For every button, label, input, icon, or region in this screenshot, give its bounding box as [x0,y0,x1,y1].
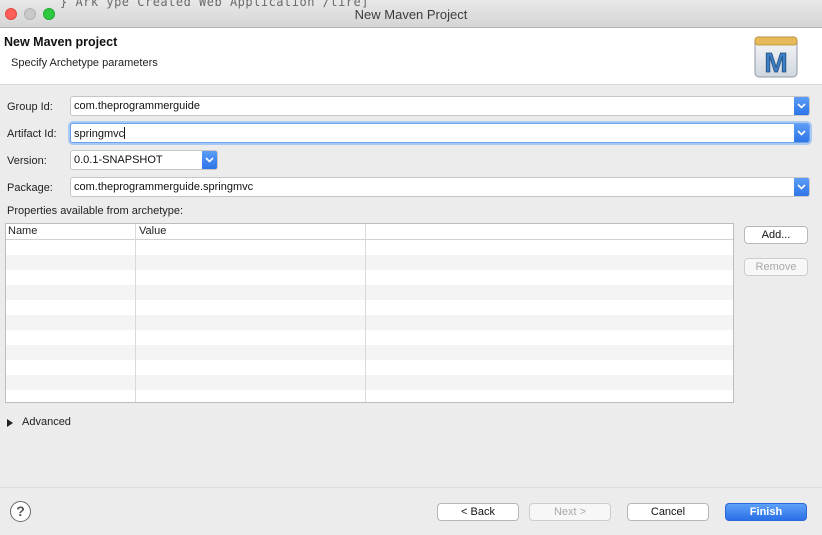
remove-property-button[interactable]: Remove [744,258,808,276]
table-row-stripe [6,345,733,360]
group-id-combo[interactable]: com.theprogrammerguide [70,96,810,116]
table-row-stripe [6,255,733,270]
artifact-id-value: springmvc [74,127,126,140]
group-id-label: Group Id: [7,101,53,113]
package-label: Package: [7,182,53,194]
page-subtitle: Specify Archetype parameters [11,57,158,69]
version-value: 0.0.1-SNAPSHOT [74,154,163,166]
new-maven-project-dialog: } Ark ype Created Web Application /tire]… [0,0,822,535]
advanced-label: Advanced [22,416,71,428]
chevron-down-icon [797,103,806,109]
footer-divider [0,487,822,488]
group-id-dropdown-button[interactable] [794,97,809,115]
package-value: com.theprogrammerguide.springmvc [74,181,254,193]
package-combo[interactable]: com.theprogrammerguide.springmvc [70,177,810,197]
page-title: New Maven project [4,35,118,49]
table-row-stripe [6,285,733,300]
window-title: New Maven Project [354,7,468,22]
version-label: Version: [7,155,47,167]
properties-label: Properties available from archetype: [7,205,184,217]
wizard-header: New Maven project Specify Archetype para… [0,28,822,85]
group-id-value: com.theprogrammerguide [74,100,200,112]
maven-logo-letter: M [764,47,787,78]
add-property-button[interactable]: Add... [744,226,808,244]
artifact-id-combo[interactable]: springmvc [70,123,810,143]
maven-logo-icon: M [754,36,798,78]
cancel-button[interactable]: Cancel [627,503,709,521]
help-button[interactable]: ? [10,501,31,522]
chevron-down-icon [205,157,214,163]
column-header-value[interactable]: Value [139,225,166,237]
table-row-stripe [6,315,733,330]
artifact-id-dropdown-button[interactable] [794,124,809,142]
version-dropdown-button[interactable] [202,151,217,169]
triangle-right-icon [7,419,13,427]
properties-table-header: Name Value [6,224,733,240]
properties-table[interactable]: Name Value [5,223,734,403]
text-caret [124,127,126,139]
version-combo[interactable]: 0.0.1-SNAPSHOT [70,150,218,170]
package-dropdown-button[interactable] [794,178,809,196]
title-bar[interactable]: } Ark ype Created Web Application /tire]… [0,0,822,28]
column-divider[interactable] [365,224,366,402]
artifact-id-label: Artifact Id: [7,128,57,140]
column-header-name[interactable]: Name [8,225,37,237]
table-row-stripe [6,375,733,390]
next-button[interactable]: Next > [529,503,611,521]
back-button[interactable]: < Back [437,503,519,521]
finish-button[interactable]: Finish [725,503,807,521]
chevron-down-icon [797,130,806,136]
chevron-down-icon [797,184,806,190]
column-divider[interactable] [135,224,136,402]
